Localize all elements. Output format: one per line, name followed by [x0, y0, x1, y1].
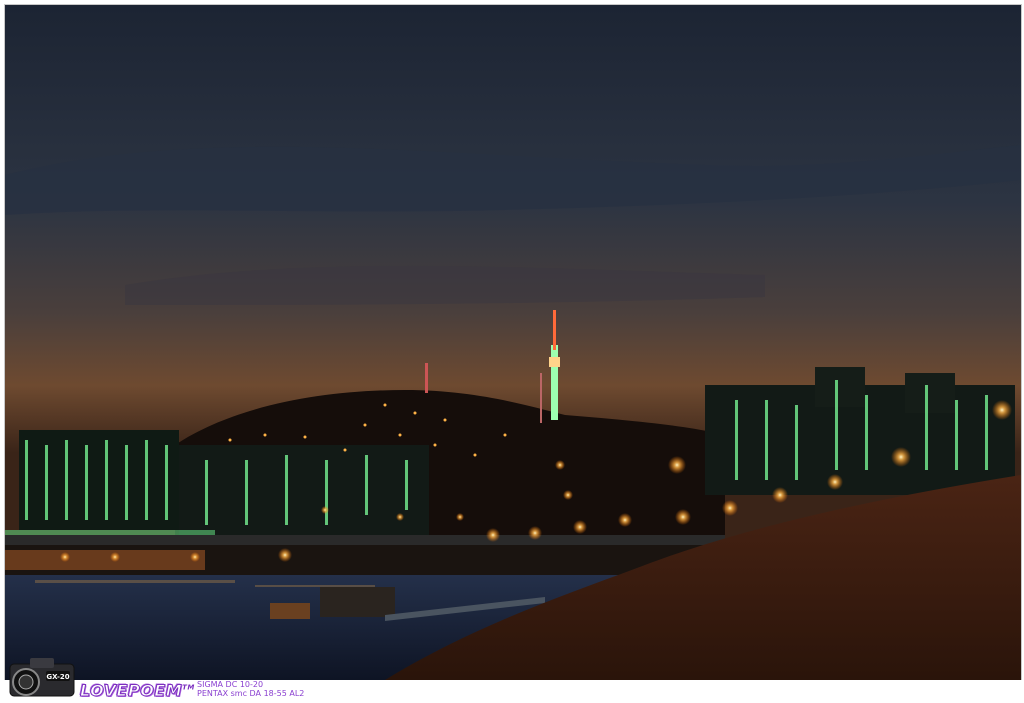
camera-badge: GX-20	[46, 673, 69, 681]
lens-info: SIGMA DC 10-20 PENTAX smc DA 18-55 AL2	[197, 680, 304, 698]
photo-frame	[4, 4, 1022, 681]
camera-icon: GX-20	[9, 658, 75, 697]
lens-line-1: SIGMA DC 10-20	[197, 680, 264, 689]
trademark: TM	[182, 683, 195, 692]
lens-line-2: PENTAX smc DA 18-55 AL2	[197, 689, 305, 698]
night-cityscape-photo	[5, 5, 1021, 680]
brand-logo-text: LOVEPOEMTM	[79, 681, 195, 701]
photo-signature-bar: GX-20 LOVEPOEMTM SIGMA DC 10-20 PENTAX s…	[0, 658, 1024, 703]
